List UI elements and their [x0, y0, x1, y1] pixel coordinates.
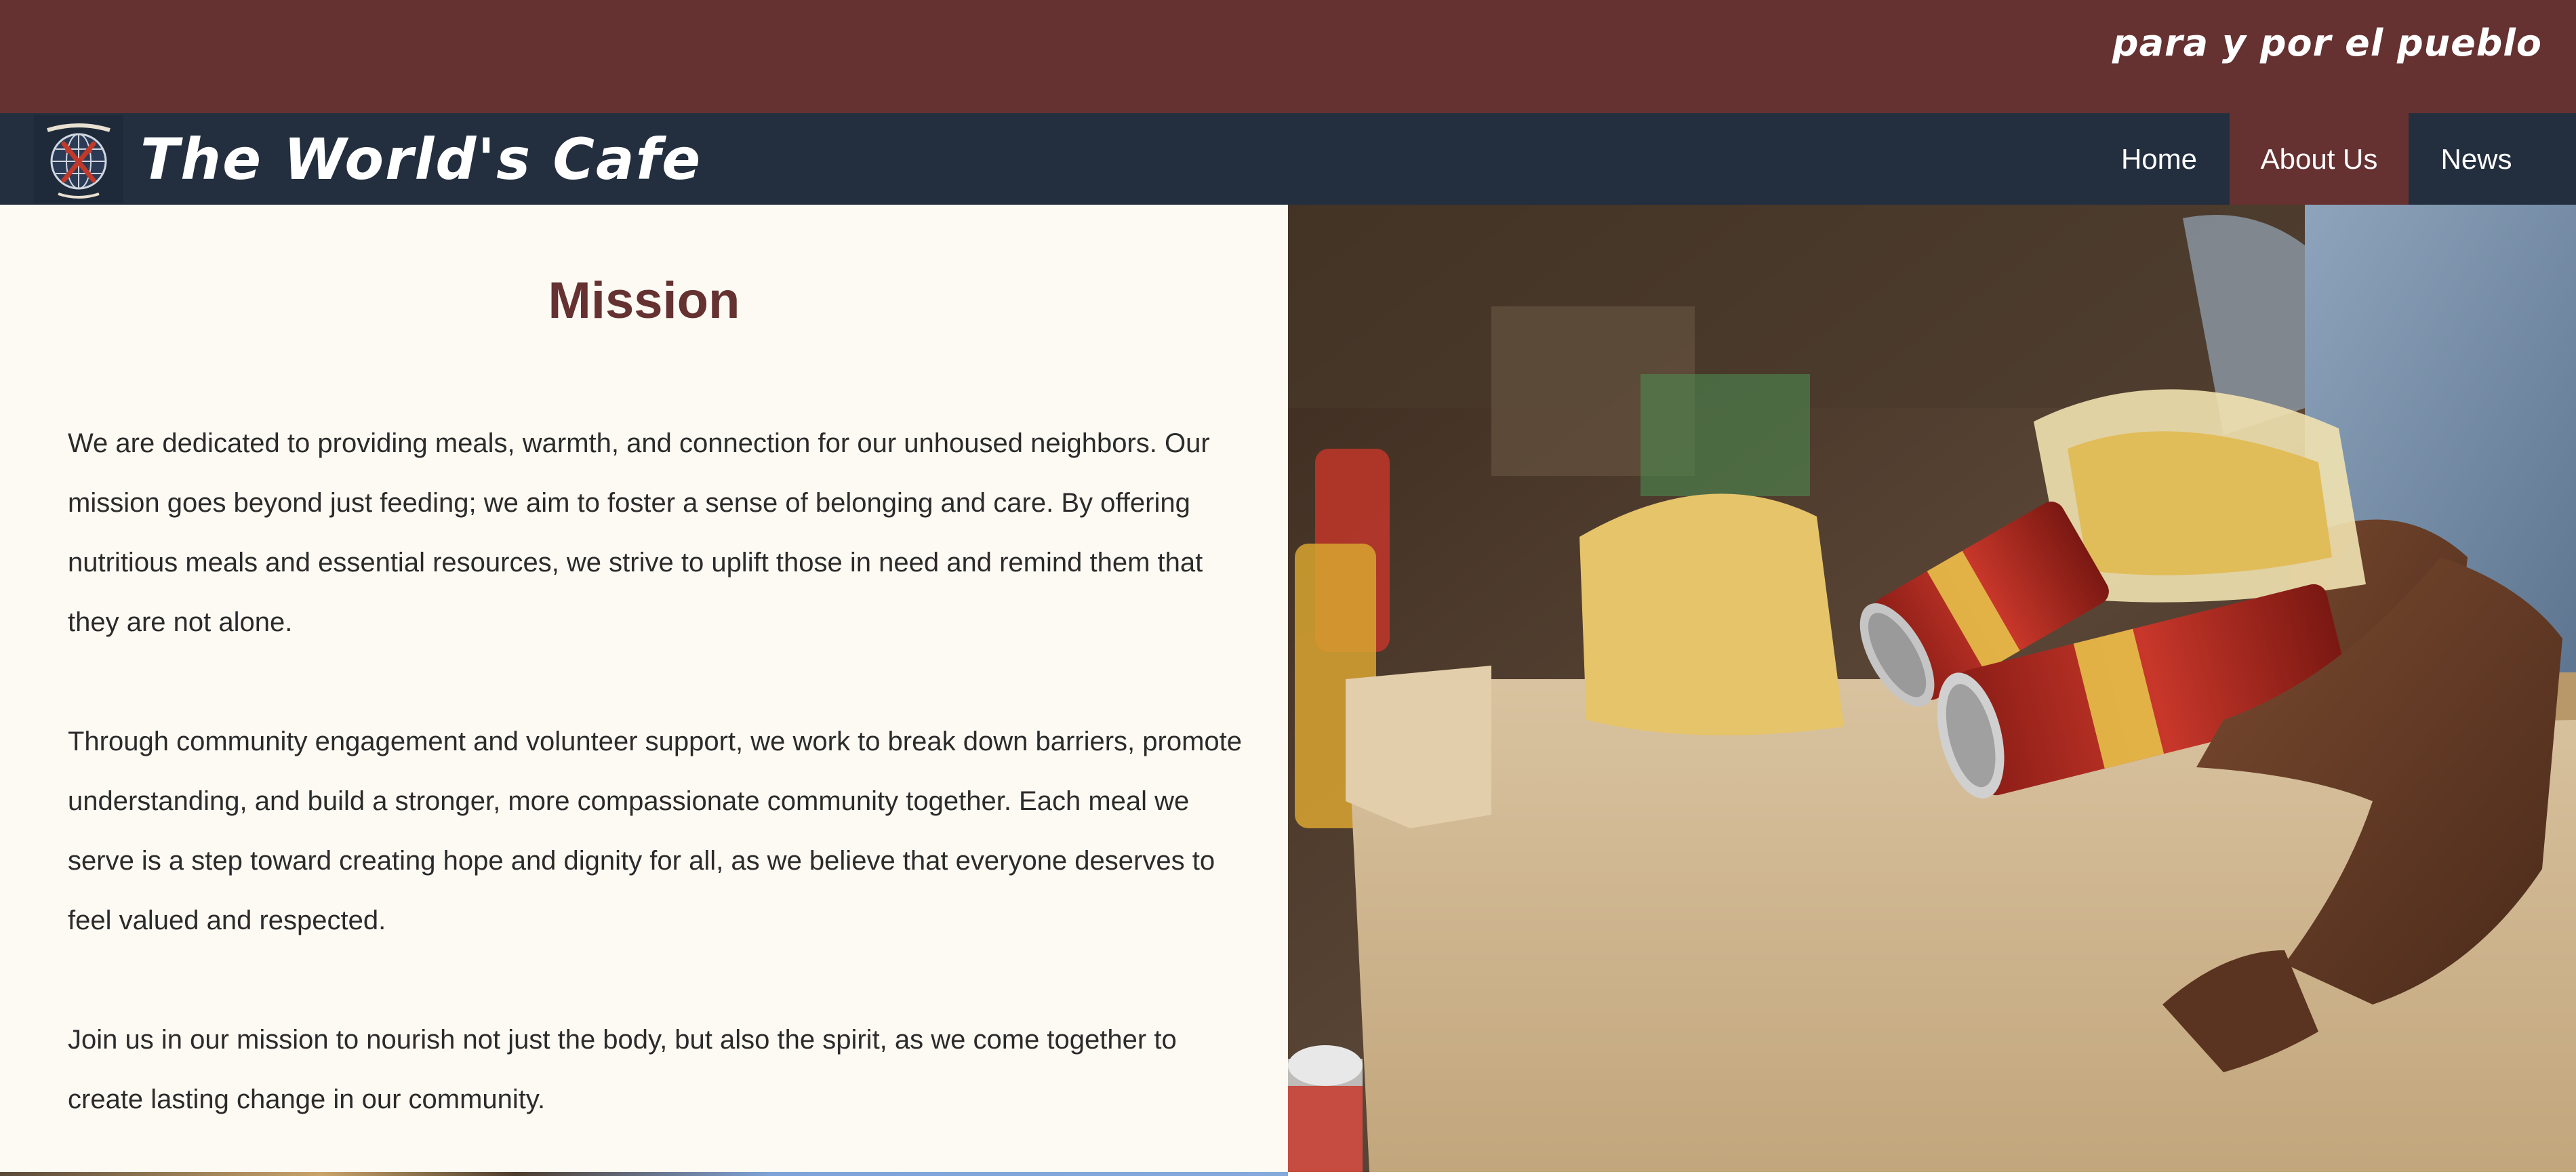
- bottom-divider: [1288, 1172, 2576, 1176]
- food-donation-photo: [1288, 205, 2576, 1172]
- top-banner: para y por el pueblo: [0, 0, 2576, 113]
- mission-paragraph-2: Through community engagement and volunte…: [68, 727, 1243, 935]
- bottom-image-strip: [0, 1172, 1288, 1176]
- nav-item-about-us[interactable]: About Us: [2230, 113, 2409, 205]
- mission-paragraph-3: Join us in our mission to nourish not ju…: [68, 1025, 1177, 1114]
- tagline: para y por el pueblo: [2112, 22, 2542, 64]
- page-title: Mission: [548, 272, 740, 329]
- nav-item-news[interactable]: News: [2409, 113, 2544, 205]
- globe-logo-icon[interactable]: [34, 115, 123, 203]
- mission-paragraph-1: We are dedicated to providing meals, war…: [68, 428, 1210, 637]
- nav-item-home[interactable]: Home: [2088, 113, 2230, 205]
- brand-title[interactable]: The World's Cafe: [140, 122, 702, 197]
